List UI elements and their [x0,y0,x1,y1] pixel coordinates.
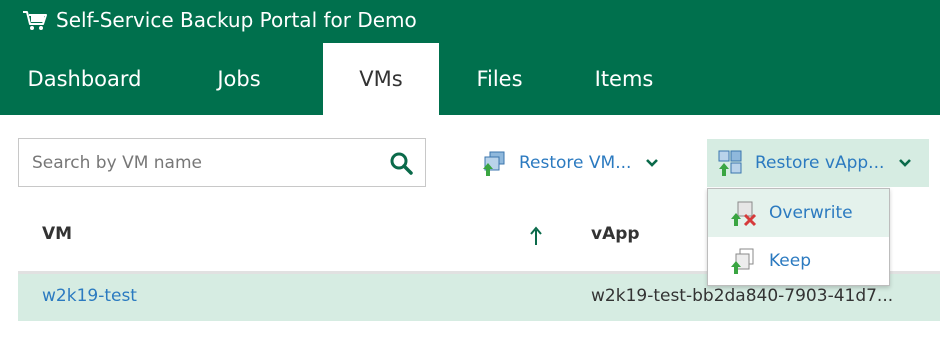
app-title: Self-Service Backup Portal for Demo [22,6,417,34]
main-tabs: Dashboard Jobs VMs Files Items [0,43,688,115]
header-bar: Self-Service Backup Portal for Demo Dash… [0,0,940,115]
app-title-text: Self-Service Backup Portal for Demo [56,8,417,32]
vm-name-link[interactable]: w2k19-test [42,286,137,306]
menu-item-overwrite[interactable]: Overwrite [708,189,889,237]
tab-dashboard[interactable]: Dashboard [14,43,155,115]
restore-vapp-label: Restore vApp... [755,153,885,173]
restore-vapp-button[interactable]: Restore vApp... [707,139,929,187]
cart-icon [22,8,48,32]
restore-vapp-menu: Overwrite Keep [707,188,890,286]
tab-vms[interactable]: VMs [323,43,439,115]
restore-vm-button[interactable]: Restore VM... [481,140,659,186]
menu-item-keep[interactable]: Keep [708,237,889,285]
overwrite-icon [730,199,758,227]
search-icon [389,151,413,175]
keep-icon [730,247,758,275]
column-header-vapp[interactable]: vApp [591,224,640,244]
search-box [18,138,426,187]
tab-items[interactable]: Items [560,43,688,115]
chevron-down-icon [645,158,659,168]
tab-files[interactable]: Files [439,43,560,115]
search-button[interactable] [377,139,425,186]
menu-item-label: Keep [769,251,812,271]
search-input[interactable] [19,139,377,186]
vapp-name-cell: w2k19-test-bb2da840-7903-41d7... [591,286,894,306]
restore-vapp-icon [717,149,745,177]
column-header-vm[interactable]: VM [42,224,72,244]
menu-item-label: Overwrite [769,203,853,223]
sort-ascending-icon[interactable] [528,225,544,247]
tab-jobs[interactable]: Jobs [155,43,323,115]
restore-vm-label: Restore VM... [519,153,632,173]
restore-vm-icon [481,149,509,177]
chevron-down-icon [898,158,912,168]
